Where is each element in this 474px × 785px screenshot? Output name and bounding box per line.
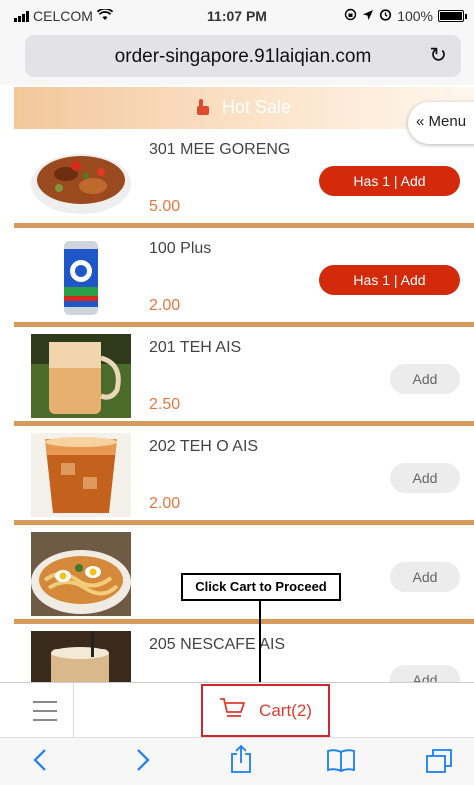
product-name: 205 NESCAFE AIS xyxy=(149,636,286,653)
product-image xyxy=(31,235,131,319)
share-icon[interactable] xyxy=(229,744,253,778)
battery-icon xyxy=(438,10,467,22)
lock-rotation-icon xyxy=(344,8,357,24)
category-title: Hot Sale xyxy=(14,97,474,118)
back-icon[interactable] xyxy=(33,748,47,776)
url-text: order-singapore.91laiqian.com xyxy=(114,46,372,67)
callout-pointer-line xyxy=(259,600,261,682)
alarm-icon xyxy=(379,8,392,24)
battery-percent: 100% xyxy=(397,8,433,24)
location-icon xyxy=(362,8,374,24)
list-item: 301 MEE GORENG 5.00 Has 1 | Add xyxy=(14,129,474,228)
product-image xyxy=(31,532,131,616)
list-item: 201 TEH AIS 2.50 Add xyxy=(14,327,474,426)
list-item: 202 TEH O AIS 2.00 Add xyxy=(14,426,474,525)
product-price: 2.50 xyxy=(149,396,181,413)
menu-button[interactable]: « Menu xyxy=(408,102,474,144)
hamburger-menu-icon[interactable] xyxy=(33,701,57,728)
add-button[interactable]: Has 1 | Add xyxy=(319,166,460,196)
status-right: 100% xyxy=(344,8,467,24)
address-bar[interactable]: order-singapore.91laiqian.com ↻ xyxy=(25,35,461,77)
add-button[interactable]: Add xyxy=(390,463,460,493)
cart-button[interactable]: Cart(2) xyxy=(201,684,330,737)
category-header: Hot Sale xyxy=(14,87,474,129)
reload-icon[interactable]: ↻ xyxy=(429,45,447,66)
tabs-icon[interactable] xyxy=(425,748,453,778)
product-price: 2.00 xyxy=(149,495,181,512)
cart-icon xyxy=(219,697,245,724)
category-title-text: Hot Sale xyxy=(221,97,292,117)
add-button[interactable]: Add xyxy=(390,364,460,394)
product-name: 301 MEE GORENG xyxy=(149,141,291,158)
product-name: 201 TEH AIS xyxy=(149,339,242,356)
status-bar: CELCOM 11:07 PM 100% xyxy=(0,0,474,30)
thumb-icon xyxy=(196,97,214,117)
cart-label: Cart(2) xyxy=(259,700,312,720)
browser-toolbar: order-singapore.91laiqian.com ↻ xyxy=(0,30,474,85)
product-price: 2.00 xyxy=(149,297,181,314)
product-image xyxy=(31,334,131,418)
list-item: 100 Plus 2.00 Has 1 | Add xyxy=(14,228,474,327)
cart-bar: Cart(2) xyxy=(0,682,474,737)
bookmarks-icon[interactable] xyxy=(326,748,356,776)
add-button[interactable]: Add xyxy=(390,562,460,592)
product-image xyxy=(31,433,131,517)
browser-bottom-toolbar xyxy=(0,737,474,785)
divider xyxy=(73,683,74,737)
product-name: 100 Plus xyxy=(149,240,212,257)
product-list: 301 MEE GORENG 5.00 Has 1 | Add 100 Plus… xyxy=(14,129,474,723)
product-image xyxy=(31,136,131,220)
product-name: 202 TEH O AIS xyxy=(149,438,259,455)
forward-icon[interactable] xyxy=(136,748,150,776)
product-price: 5.00 xyxy=(149,198,181,215)
instruction-callout: Click Cart to Proceed xyxy=(181,573,341,601)
add-button[interactable]: Has 1 | Add xyxy=(319,265,460,295)
